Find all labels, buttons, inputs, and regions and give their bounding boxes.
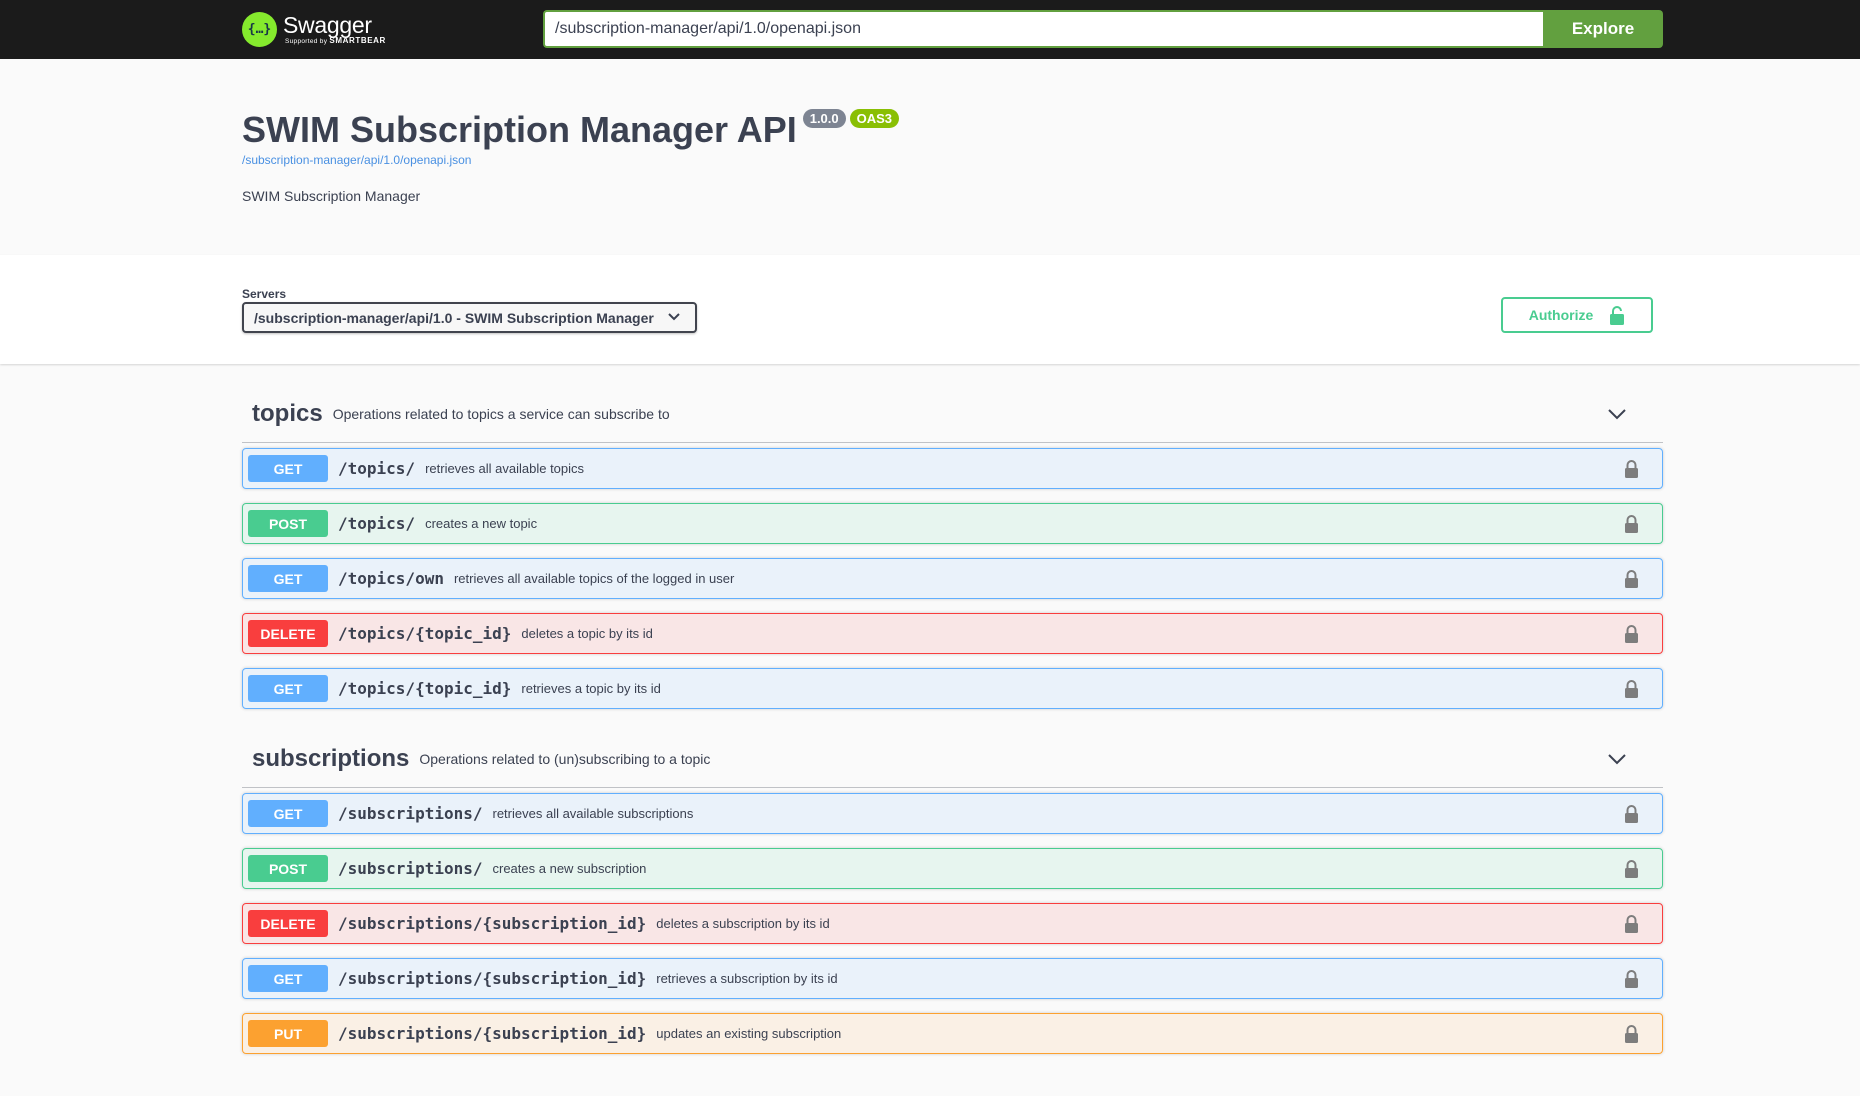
tag-header-subscriptions[interactable]: subscriptions Operations related to (un)… [242, 730, 1663, 788]
servers-label: Servers [242, 287, 287, 301]
operation-row[interactable]: POST /subscriptions/ creates a new subsc… [242, 848, 1663, 889]
operation-summary: deletes a subscription by its id [656, 916, 830, 931]
method-badge: DELETE [248, 620, 328, 647]
operation-summary: retrieves all available subscriptions [492, 806, 694, 821]
authorize-button[interactable]: Authorize [1501, 297, 1653, 333]
chevron-down-icon [668, 312, 680, 324]
swagger-logo[interactable]: {…} Swagger Supported by SMARTBEAR [242, 9, 386, 49]
method-badge: POST [248, 855, 328, 882]
method-badge: GET [248, 800, 328, 827]
tag-section-topics: topics Operations related to topics a se… [242, 385, 1663, 709]
method-badge: GET [248, 565, 328, 592]
operation-path: /topics/ [338, 459, 416, 478]
method-badge: DELETE [248, 910, 328, 937]
operation-summary: deletes a topic by its id [521, 626, 653, 641]
operation-summary: updates an existing subscription [656, 1026, 842, 1041]
operation-path: /topics/own [338, 569, 444, 588]
operation-path: /topics/{topic_id} [338, 624, 512, 643]
operation-summary: retrieves a subscription by its id [656, 971, 838, 986]
tag-name: subscriptions [252, 744, 410, 772]
lock-icon[interactable] [1624, 459, 1639, 478]
topbar: {…} Swagger Supported by SMARTBEAR Explo… [0, 0, 1860, 59]
method-badge: GET [248, 965, 328, 992]
operation-summary: retrieves a topic by its id [521, 681, 661, 696]
api-description: SWIM Subscription Manager [242, 188, 421, 204]
logo-name: Swagger [283, 11, 372, 38]
authorize-label: Authorize [1528, 307, 1594, 323]
chevron-down-icon [1608, 753, 1626, 764]
operation-summary: creates a new topic [425, 516, 538, 531]
lock-icon[interactable] [1624, 1024, 1639, 1043]
operation-row[interactable]: GET /subscriptions/{subscription_id} ret… [242, 958, 1663, 999]
method-badge: GET [248, 675, 328, 702]
spec-url-form: Explore [543, 10, 1663, 48]
method-badge: GET [248, 455, 328, 482]
unlock-icon [1610, 305, 1625, 325]
tag-description: Operations related to (un)subscribing to… [419, 750, 711, 767]
lock-icon[interactable] [1624, 514, 1639, 533]
spec-url-input[interactable] [543, 10, 1543, 48]
operation-path: /subscriptions/{subscription_id} [338, 914, 647, 933]
operation-row[interactable]: GET /topics/own retrieves all available … [242, 558, 1663, 599]
operation-path: /subscriptions/{subscription_id} [338, 1024, 647, 1043]
chevron-down-icon [1608, 408, 1626, 419]
tag-description: Operations related to topics a service c… [332, 405, 670, 422]
operation-summary: creates a new subscription [492, 861, 647, 876]
operation-path: /subscriptions/ [338, 804, 483, 823]
operation-summary: retrieves all available topics of the lo… [453, 571, 735, 586]
lock-icon[interactable] [1624, 914, 1639, 933]
operation-row[interactable]: DELETE /subscriptions/{subscription_id} … [242, 903, 1663, 944]
lock-icon[interactable] [1624, 569, 1639, 588]
operation-path: /topics/ [338, 514, 416, 533]
lock-icon[interactable] [1624, 969, 1639, 988]
page-title: SWIM Subscription Manager API [242, 109, 797, 150]
explore-button[interactable]: Explore [1543, 10, 1663, 48]
operation-row[interactable]: PUT /subscriptions/{subscription_id} upd… [242, 1013, 1663, 1054]
oas-badge: OAS3 [849, 109, 900, 128]
spec-link[interactable]: /subscription-manager/api/1.0/openapi.js… [242, 153, 471, 167]
lock-icon[interactable] [1624, 859, 1639, 878]
title-row: SWIM Subscription Manager API 1.0.0 OAS3 [242, 109, 900, 151]
version-badge: 1.0.0 [802, 109, 846, 128]
method-badge: PUT [248, 1020, 328, 1047]
logo-sub: Supported by SMARTBEAR [285, 35, 386, 45]
operation-row[interactable]: GET /topics/{topic_id} retrieves a topic… [242, 668, 1663, 709]
operation-row[interactable]: GET /topics/ retrieves all available top… [242, 448, 1663, 489]
operation-row[interactable]: DELETE /topics/{topic_id} deletes a topi… [242, 613, 1663, 654]
operation-summary: retrieves all available topics [425, 461, 585, 476]
lock-icon[interactable] [1624, 679, 1639, 698]
operation-row[interactable]: GET /subscriptions/ retrieves all availa… [242, 793, 1663, 834]
tag-section-subscriptions: subscriptions Operations related to (un)… [242, 730, 1663, 1054]
swagger-logo-icon: {…} [242, 11, 277, 47]
operation-path: /subscriptions/{subscription_id} [338, 969, 647, 988]
servers-select[interactable]: /subscription-manager/api/1.0 - SWIM Sub… [242, 302, 697, 333]
operation-row[interactable]: POST /topics/ creates a new topic [242, 503, 1663, 544]
lock-icon[interactable] [1624, 804, 1639, 823]
api-info: SWIM Subscription Manager API 1.0.0 OAS3… [0, 59, 1860, 255]
method-badge: POST [248, 510, 328, 537]
servers-selected-value: /subscription-manager/api/1.0 - SWIM Sub… [254, 309, 654, 326]
operation-path: /subscriptions/ [338, 859, 483, 878]
tag-name: topics [252, 399, 323, 427]
tag-header-topics[interactable]: topics Operations related to topics a se… [242, 385, 1663, 443]
operation-path: /topics/{topic_id} [338, 679, 512, 698]
scheme-container: Servers /subscription-manager/api/1.0 - … [0, 255, 1860, 364]
lock-icon[interactable] [1624, 624, 1639, 643]
